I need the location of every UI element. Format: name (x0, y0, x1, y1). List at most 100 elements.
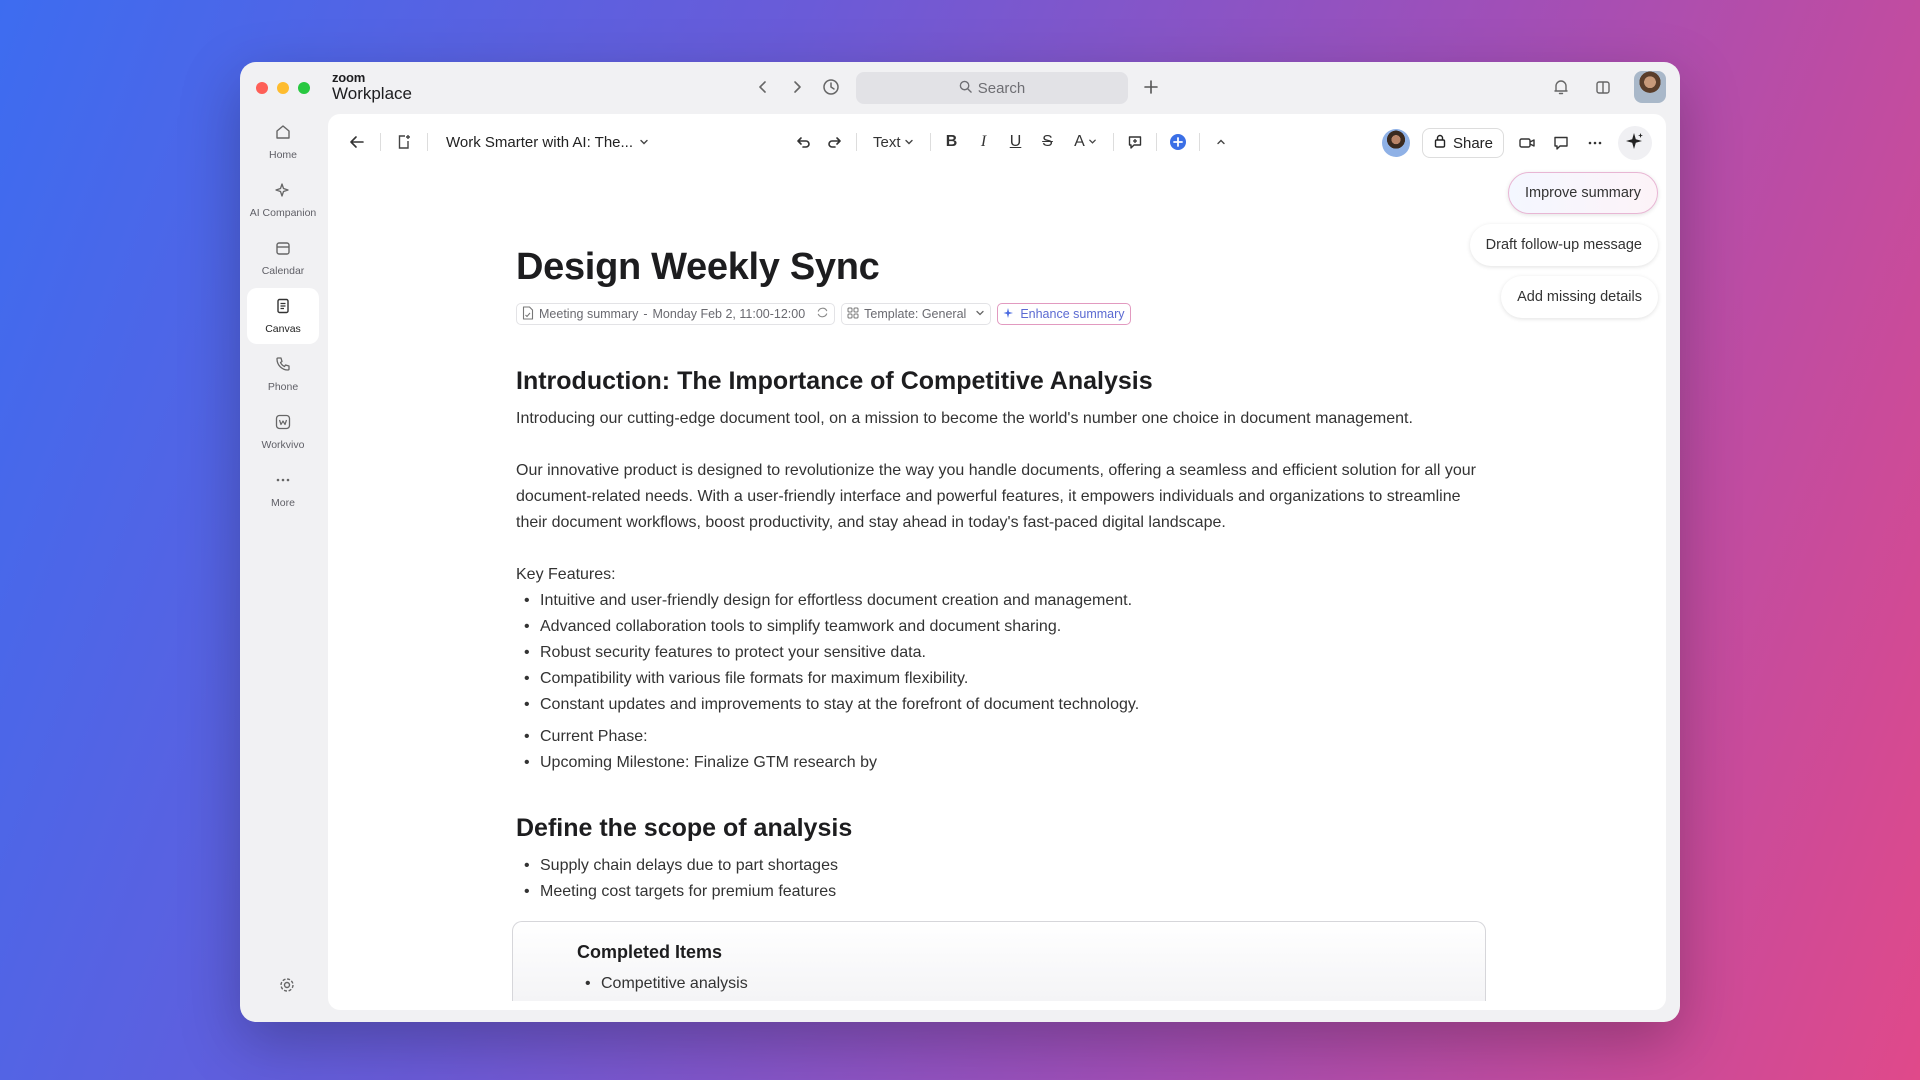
list-item: Compatibility with various file formats … (516, 666, 1486, 692)
document-title-dropdown[interactable]: Work Smarter with AI: The... (446, 134, 649, 151)
draft-follow-up-button[interactable]: Draft follow-up message (1469, 224, 1658, 266)
calendar-icon (274, 239, 292, 260)
home-icon (274, 123, 292, 144)
divider (1112, 133, 1114, 151)
list-item: Supply chain delays due to part shortage… (516, 853, 1486, 879)
list-item: Upcoming Milestone: Finalize GTM researc… (516, 750, 1486, 776)
sparkle-icon (274, 181, 292, 202)
titlebar-actions (1550, 71, 1666, 103)
font-color-icon[interactable]: A (1069, 133, 1103, 151)
add-missing-details-button[interactable]: Add missing details (1501, 276, 1658, 318)
insert-plus-icon[interactable] (1167, 131, 1189, 153)
paragraph: Our innovative product is designed to re… (516, 462, 1476, 531)
text-style-dropdown[interactable]: Text (867, 134, 920, 151)
sidebar-item-label: More (271, 497, 295, 509)
template-dropdown[interactable]: Template: General (841, 303, 992, 325)
section-heading-introduction: Introduction: The Importance of Competit… (516, 367, 1153, 395)
sidebar-item-calendar[interactable]: Calendar (247, 230, 319, 286)
app-window: zoom Workplace Search Home AI Companion … (240, 62, 1680, 1022)
more-options-icon[interactable] (1584, 132, 1606, 154)
more-icon (274, 471, 292, 492)
settings-gear-icon[interactable] (276, 974, 298, 996)
divider (427, 133, 428, 151)
meeting-summary-chip[interactable]: Meeting summary - Monday Feb 2, 11:00-12… (516, 303, 836, 325)
enhance-summary-button[interactable]: Enhance summary (997, 303, 1131, 325)
refresh-icon (816, 306, 829, 322)
add-to-folder-icon[interactable] (393, 131, 415, 153)
ai-companion-button[interactable] (1618, 126, 1652, 160)
window-controls (256, 82, 310, 94)
list-item: Constant updates and improvements to sta… (516, 692, 1486, 718)
sidebar-item-workvivo[interactable]: Workvivo (247, 404, 319, 460)
back-arrow-icon[interactable] (346, 131, 368, 153)
comment-add-icon[interactable] (1124, 131, 1146, 153)
meeting-meta-bar: Meeting summary - Monday Feb 2, 11:00-12… (516, 303, 1486, 325)
document-heading: Design Weekly Sync (516, 246, 880, 288)
sidebar-item-label: Workvivo (261, 439, 305, 451)
notification-bell-icon[interactable] (1550, 76, 1572, 98)
forward-arrow-icon[interactable] (786, 76, 808, 98)
redo-icon[interactable] (824, 131, 846, 153)
window-layout-icon[interactable] (1592, 76, 1614, 98)
template-label: Template: General (864, 307, 967, 321)
list-item: Robust security features to protect your… (516, 640, 1486, 666)
sidebar-item-home[interactable]: Home (247, 114, 319, 170)
sidebar-item-phone[interactable]: Phone (247, 346, 319, 402)
chevron-down-icon (975, 307, 985, 321)
underline-icon[interactable]: U (1005, 133, 1027, 151)
undo-icon[interactable] (792, 131, 814, 153)
meta-separator: - (643, 307, 648, 321)
section-heading-scope: Define the scope of analysis (516, 814, 853, 842)
chevron-up-icon[interactable] (1210, 131, 1232, 153)
search-input[interactable]: Search (856, 72, 1128, 104)
phase-list: Current Phase: Upcoming Milestone: Final… (516, 724, 1486, 776)
completed-items-card[interactable]: Completed Items Competitive analysis (512, 921, 1486, 1001)
enhance-summary-label: Enhance summary (1020, 307, 1125, 321)
share-label: Share (1452, 134, 1493, 152)
features-list: Intuitive and user-friendly design for e… (516, 588, 1486, 718)
bold-icon[interactable]: B (941, 133, 963, 151)
sidebar-item-label: Phone (267, 381, 299, 393)
strikethrough-icon[interactable]: S (1037, 133, 1059, 151)
search-placeholder: Search (977, 79, 1026, 97)
document-title-text: Work Smarter with AI: The... (446, 133, 634, 151)
paragraph: Introducing our cutting-edge document to… (516, 410, 1413, 427)
back-arrow-icon[interactable] (752, 76, 774, 98)
sidebar-item-label: AI Companion (249, 207, 317, 219)
divider (1198, 133, 1200, 151)
comments-icon[interactable] (1550, 132, 1572, 154)
sidebar-item-canvas[interactable]: Canvas (247, 288, 319, 344)
document-toolbar: Work Smarter with AI: The... Text B I U … (328, 114, 1666, 170)
share-button[interactable]: Share (1421, 128, 1504, 158)
chevron-down-icon (639, 134, 649, 151)
minimize-window-button[interactable] (277, 82, 289, 94)
document-content[interactable]: Design Weekly Sync Meeting summary - Mon… (512, 246, 1486, 1001)
video-camera-icon[interactable] (1516, 132, 1538, 154)
template-grid-icon (847, 307, 859, 322)
user-avatar[interactable] (1634, 71, 1666, 103)
italic-icon[interactable]: I (973, 133, 995, 151)
list-item: Intuitive and user-friendly design for e… (516, 588, 1486, 614)
list-item: Current Phase: (516, 724, 1486, 750)
scope-list: Supply chain delays due to part shortage… (516, 853, 1486, 905)
card-title: Completed Items (577, 942, 723, 962)
close-window-button[interactable] (256, 82, 268, 94)
divider (1155, 133, 1157, 151)
history-icon[interactable] (820, 76, 842, 98)
zoom-window-button[interactable] (298, 82, 310, 94)
sidebar-item-more[interactable]: More (247, 462, 319, 518)
sidebar-item-label: Canvas (265, 323, 301, 335)
sidebar-item-ai-companion[interactable]: AI Companion (247, 172, 319, 228)
improve-summary-button[interactable]: Improve summary (1507, 172, 1658, 214)
title-bar: zoom Workplace Search (240, 62, 1680, 114)
document-panel: Work Smarter with AI: The... Text B I U … (328, 114, 1666, 1010)
key-features-label: Key Features: (516, 566, 616, 583)
sidebar-item-label: Calendar (261, 265, 305, 277)
workvivo-icon (274, 413, 292, 434)
collaborator-avatar[interactable] (1381, 129, 1410, 157)
new-tab-plus-icon[interactable] (1140, 76, 1162, 98)
sidebar-item-label: Home (268, 149, 297, 161)
list-item: Meeting cost targets for premium feature… (516, 879, 1486, 905)
divider (929, 133, 931, 151)
list-item: Advanced collaboration tools to simplify… (516, 614, 1486, 640)
